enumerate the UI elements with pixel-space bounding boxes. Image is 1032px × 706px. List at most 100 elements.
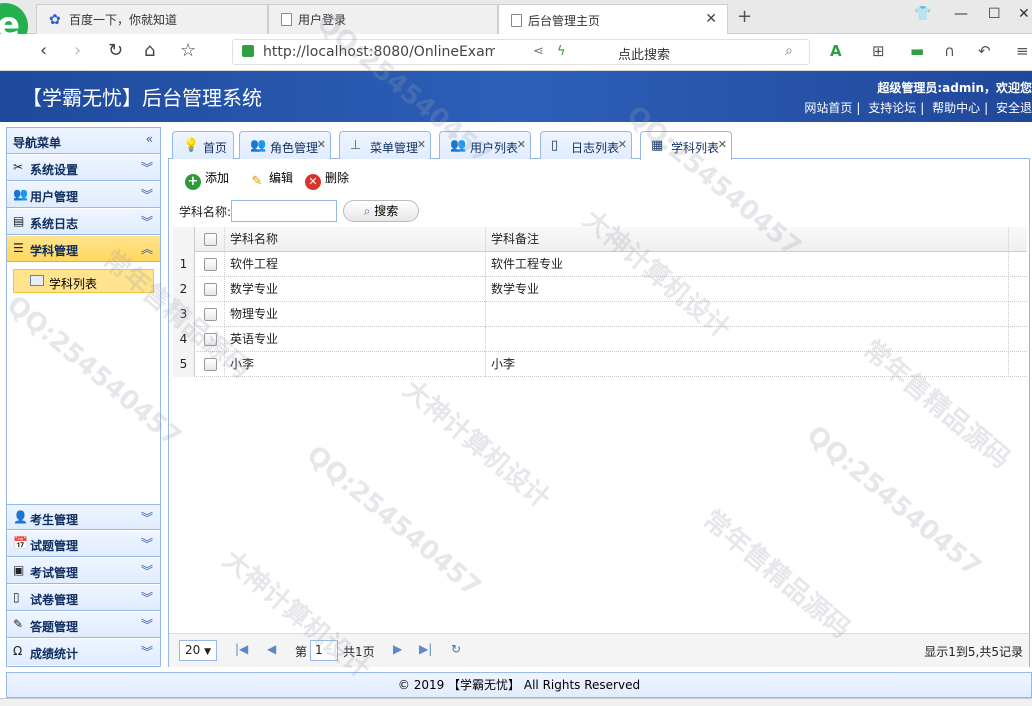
- close-icon[interactable]: ✕: [618, 138, 627, 151]
- sidebar-group-answers[interactable]: ✎ 答题管理 ︾: [7, 612, 160, 638]
- close-icon[interactable]: ✕: [417, 138, 426, 151]
- paper-icon: ▯: [13, 590, 20, 604]
- table-row[interactable]: 3 物理专业: [173, 302, 1027, 327]
- cell-note: 小李: [486, 352, 1009, 377]
- headphones-icon[interactable]: ∩: [944, 42, 955, 60]
- document-icon: ▯: [551, 138, 559, 153]
- tab-roles[interactable]: 👥 角色管理 ✕: [239, 131, 331, 159]
- first-page-icon[interactable]: |◀: [235, 642, 248, 656]
- sidebar-group-system[interactable]: ✂ 系统设置 ︾: [7, 155, 160, 181]
- forward-icon[interactable]: ›: [74, 40, 81, 61]
- student-icon: 👤: [13, 510, 28, 524]
- chevron-down-icon: ︾: [140, 161, 153, 175]
- tab-home[interactable]: 💡 首页: [172, 131, 234, 159]
- row-checkbox[interactable]: [195, 302, 225, 327]
- new-tab-icon[interactable]: +: [737, 6, 752, 27]
- apps-grid-icon[interactable]: ⊞: [872, 42, 885, 60]
- link-home[interactable]: 网站首页: [804, 101, 852, 115]
- page-size-select[interactable]: 20 ▼: [179, 640, 217, 661]
- search-button[interactable]: ⌕ 搜索: [343, 200, 419, 222]
- browser-tab-title: 后台管理主页: [528, 13, 601, 28]
- maximize-icon[interactable]: ☐: [988, 6, 1001, 22]
- chevron-down-icon: ︾: [140, 511, 153, 525]
- sidebar: 导航菜单 « ✂ 系统设置 ︾ 👥 用户管理 ︾ ▤ 系统日志 ︾ ☰ 学科管理…: [6, 127, 161, 667]
- column-header-note[interactable]: 学科备注: [486, 227, 1009, 252]
- sidebar-group-users[interactable]: 👥 用户管理 ︾: [7, 182, 160, 208]
- subject-name-input[interactable]: [231, 200, 337, 222]
- undo-icon[interactable]: ↶: [978, 42, 991, 60]
- row-checkbox[interactable]: [195, 327, 225, 352]
- sidebar-group-exams[interactable]: ▣ 考试管理 ︾: [7, 558, 160, 584]
- close-window-icon[interactable]: ✕: [1018, 6, 1030, 22]
- browser-tab-login[interactable]: 用户登录: [268, 4, 498, 34]
- cell-name: 物理专业: [225, 302, 486, 327]
- sidebar-group-subject[interactable]: ☰ 学科管理 ︽: [7, 236, 160, 262]
- delete-button[interactable]: ✕ 删除: [305, 169, 349, 190]
- menu-icon[interactable]: ≡: [1016, 42, 1029, 60]
- tab-logs[interactable]: ▯ 日志列表 ✕: [540, 131, 632, 159]
- close-icon[interactable]: ✕: [317, 138, 326, 151]
- battery-icon[interactable]: ▬: [910, 42, 924, 60]
- browser-tab-admin[interactable]: 后台管理主页 ✕: [498, 4, 728, 35]
- add-button[interactable]: + 添加: [185, 169, 229, 190]
- table-row[interactable]: 1 软件工程 软件工程专业: [173, 252, 1027, 277]
- close-icon[interactable]: ✕: [517, 138, 526, 151]
- prev-page-icon[interactable]: ◀: [267, 642, 276, 656]
- reload-icon[interactable]: ↻: [108, 40, 123, 61]
- row-checkbox[interactable]: [195, 352, 225, 377]
- next-page-icon[interactable]: ▶: [393, 642, 402, 656]
- close-icon[interactable]: ✕: [718, 138, 727, 151]
- sidebar-group-students[interactable]: 👤 考生管理 ︾: [7, 504, 160, 530]
- tab-menus[interactable]: ⊥ 菜单管理 ✕: [339, 131, 431, 159]
- chevron-up-icon: ︽: [140, 242, 153, 256]
- table-row[interactable]: 5 小李 小李: [173, 352, 1027, 377]
- baidu-paw-icon: ✿: [49, 11, 61, 28]
- sidebar-group-scores[interactable]: Ω 成绩统计 ︾: [7, 639, 160, 665]
- back-icon[interactable]: ‹: [40, 40, 47, 61]
- link-logout[interactable]: 安全退: [996, 101, 1032, 115]
- row-checkbox[interactable]: [195, 277, 225, 302]
- home-icon[interactable]: ⌂: [144, 40, 155, 61]
- translate-icon[interactable]: A: [830, 42, 842, 60]
- edit-button[interactable]: ✎ 编辑: [249, 169, 293, 190]
- tab-subject-list[interactable]: ▦ 学科列表 ✕: [640, 131, 732, 160]
- favorite-star-icon[interactable]: ☆: [180, 40, 196, 61]
- sidebar-title: 导航菜单: [13, 136, 62, 150]
- collapse-icon[interactable]: «: [146, 132, 153, 146]
- table-row[interactable]: 2 数学专业 数学专业: [173, 277, 1027, 302]
- sidebar-group-log[interactable]: ▤ 系统日志 ︾: [7, 209, 160, 235]
- browser-tab-baidu[interactable]: ✿ 百度一下，你就知道: [36, 4, 268, 34]
- last-page-icon[interactable]: ▶|: [419, 642, 432, 656]
- skin-icon[interactable]: 👕: [914, 6, 931, 22]
- url-field[interactable]: http://localhost:8080/OnlineExam/syste ⋖…: [232, 39, 810, 65]
- browser-tab-bar: e ✿ 百度一下，你就知道 用户登录 后台管理主页 ✕ + 👕 — ☐ ✕: [0, 0, 1032, 49]
- column-header-name[interactable]: 学科名称: [225, 227, 486, 252]
- tab-users[interactable]: 👥 用户列表 ✕: [439, 131, 531, 159]
- minimize-icon[interactable]: —: [954, 6, 968, 22]
- link-forum[interactable]: 支持论坛: [868, 101, 916, 115]
- refresh-icon[interactable]: ↻: [451, 642, 461, 656]
- sitemap-icon: ⊥: [350, 138, 362, 153]
- sidebar-group-questions[interactable]: 📅 试题管理 ︾: [7, 531, 160, 557]
- lightning-icon[interactable]: ϟ: [557, 44, 566, 59]
- table-row[interactable]: 4 英语专业: [173, 327, 1027, 352]
- search-hint[interactable]: 点此搜索: [618, 44, 670, 63]
- url-text: http://localhost:8080/OnlineExam/syste: [263, 44, 495, 60]
- search-icon[interactable]: ⌕: [785, 43, 793, 59]
- sidebar-item-subject-list[interactable]: 学科列表: [13, 269, 154, 293]
- cell-note: 软件工程专业: [486, 252, 1009, 277]
- content-area: 💡 首页 👥 角色管理 ✕ ⊥ 菜单管理 ✕ 👥 用户列表 ✕ ▯ 日志列表 ✕…: [168, 127, 1030, 667]
- page-prefix: 第: [295, 645, 308, 659]
- users-icon: 👥: [250, 138, 267, 153]
- share-icon[interactable]: ⋖: [533, 44, 544, 59]
- document-icon: [511, 13, 522, 27]
- exam-icon: ▣: [13, 563, 25, 577]
- row-checkbox[interactable]: [195, 252, 225, 277]
- sidebar-group-papers[interactable]: ▯ 试卷管理 ︾: [7, 585, 160, 611]
- page-number-input[interactable]: 1: [310, 640, 338, 661]
- link-help[interactable]: 帮助中心: [932, 101, 980, 115]
- close-tab-icon[interactable]: ✕: [705, 11, 717, 27]
- select-all-checkbox[interactable]: [195, 227, 225, 252]
- browser-tab-title: 百度一下，你就知道: [69, 13, 178, 27]
- cell-note: 数学专业: [486, 277, 1009, 302]
